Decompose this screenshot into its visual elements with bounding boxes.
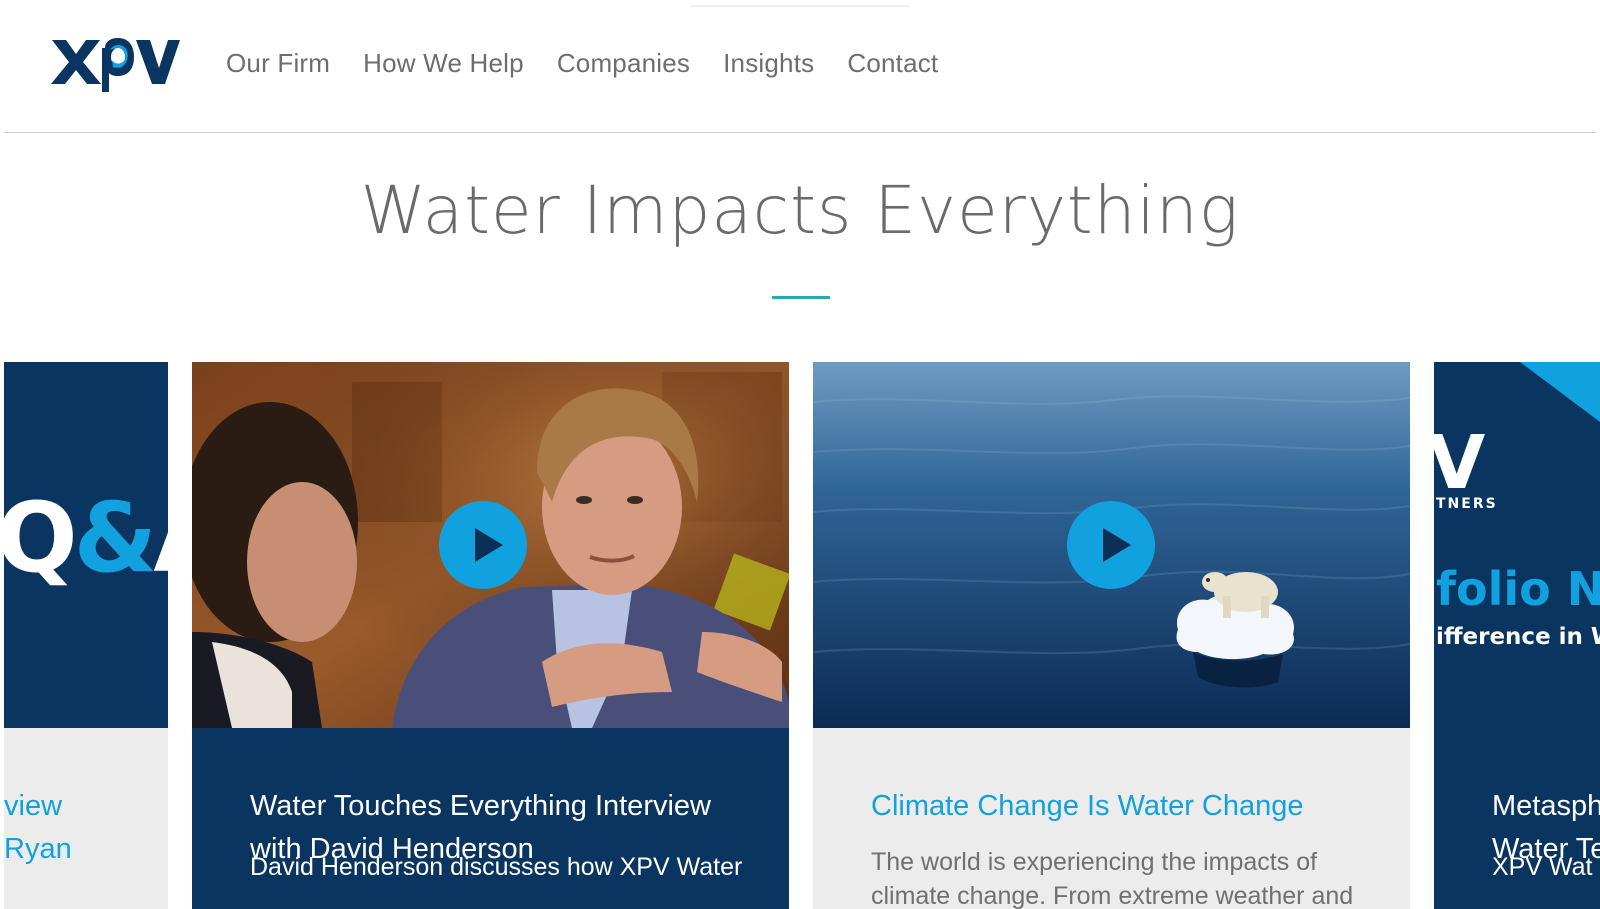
card-image-climate xyxy=(813,362,1410,728)
main-nav: Our Firm How We Help Companies Insights … xyxy=(226,48,938,79)
xpv-logo-fragment: V xyxy=(1434,420,1485,506)
nav-our-firm[interactable]: Our Firm xyxy=(226,48,330,79)
card-image-qa: Q&A xyxy=(4,362,168,728)
nav-insights[interactable]: Insights xyxy=(723,48,814,79)
card-title[interactable]: view Ryan xyxy=(4,785,168,871)
nav-contact[interactable]: Contact xyxy=(847,48,938,79)
carousel-card-interview[interactable]: Water Touches Everything Interview with … xyxy=(192,362,789,909)
card-excerpt: The world is experiencing the impacts of… xyxy=(871,848,1354,909)
play-button[interactable] xyxy=(1067,501,1155,589)
image-headline: folio Ne xyxy=(1436,562,1600,616)
title-accent-line xyxy=(772,296,830,299)
card-body: view Ryan xyxy=(4,728,168,909)
card-title[interactable]: Climate Change Is Water Change xyxy=(871,785,1371,828)
xpv-logo[interactable] xyxy=(50,30,180,100)
carousel-card-portfolio-news[interactable]: V TNERS folio Ne ifference in W Metasph … xyxy=(1434,362,1600,909)
image-subheadline: ifference in W xyxy=(1436,624,1600,650)
nav-how-we-help[interactable]: How We Help xyxy=(363,48,524,79)
card-excerpt: XPV Wat xyxy=(1492,853,1593,881)
top-divider xyxy=(690,5,910,7)
play-button[interactable] xyxy=(439,501,527,589)
card-body: Metasph Water Te XPV Wat xyxy=(1434,728,1600,909)
carousel-card-qa[interactable]: Q&A view Ryan xyxy=(4,362,168,909)
card-body: Climate Change Is Water Change The world… xyxy=(813,728,1410,909)
carousel-card-climate[interactable]: Climate Change Is Water Change The world… xyxy=(813,362,1410,909)
play-icon xyxy=(475,528,503,562)
partners-text: TNERS xyxy=(1436,496,1498,512)
card-image-portfolio-news: V TNERS folio Ne ifference in W xyxy=(1434,362,1600,728)
qa-graphic: Q&A xyxy=(4,482,168,594)
page-title: Water Impacts Everything xyxy=(360,172,1240,249)
card-excerpt: David Henderson discusses how XPV Water xyxy=(250,853,743,881)
card-body: Water Touches Everything Interview with … xyxy=(192,728,789,909)
card-image-interview xyxy=(192,362,789,728)
corner-accent xyxy=(1520,362,1600,422)
header-divider xyxy=(4,132,1596,133)
nav-companies[interactable]: Companies xyxy=(557,48,690,79)
play-icon xyxy=(1103,528,1131,562)
page: Our Firm How We Help Companies Insights … xyxy=(0,0,1600,909)
site-header: Our Firm How We Help Companies Insights … xyxy=(0,0,1600,133)
xpv-logo-icon xyxy=(51,38,180,92)
